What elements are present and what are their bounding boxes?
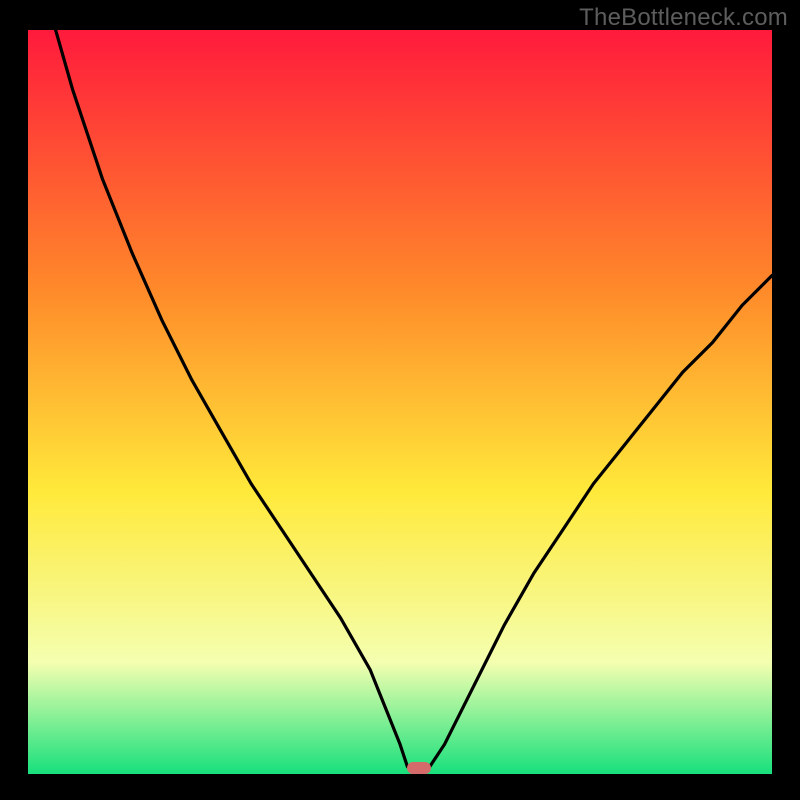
chart-container: TheBottleneck.com <box>0 0 800 800</box>
watermark-text: TheBottleneck.com <box>579 4 788 32</box>
optimal-point-marker <box>407 762 431 774</box>
plot-area <box>28 30 772 774</box>
chart-svg <box>28 30 772 774</box>
